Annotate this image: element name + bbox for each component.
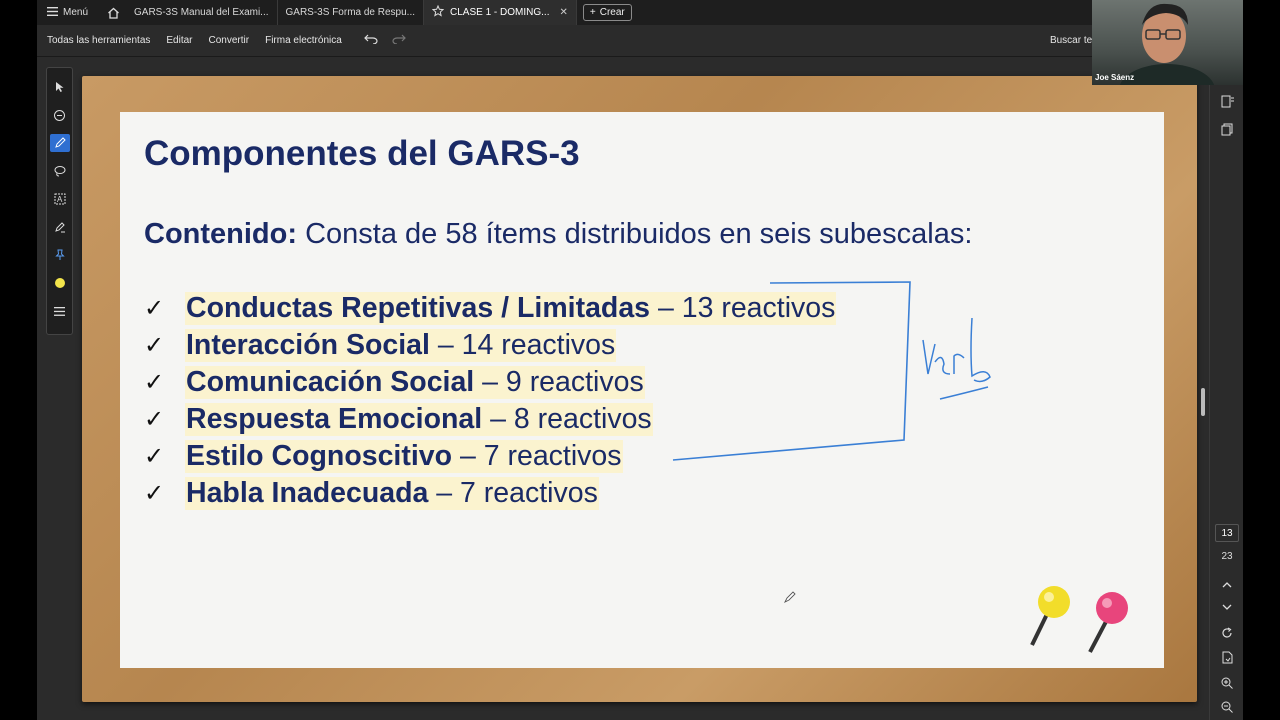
presenter-name: Joe Sáenz — [1095, 73, 1135, 82]
subscale-name: Estilo Cognoscitivo — [186, 440, 453, 472]
ink-verb-writing — [922, 317, 991, 383]
hamburger-icon — [47, 6, 58, 19]
quick-tools-rail: A — [46, 67, 73, 335]
more-options-icon[interactable] — [50, 302, 70, 320]
tab-gars-forma[interactable]: GARS-3S Forma de Respu... — [278, 0, 425, 25]
menu-button[interactable]: Menú — [37, 0, 100, 25]
tab-label: GARS-3S Forma de Respu... — [285, 7, 416, 18]
slide-title: Componentes del GARS-3 — [144, 134, 580, 173]
pencil-cursor-icon — [783, 591, 796, 604]
subscale-count: – 7 reactivos — [428, 477, 598, 509]
subscale-entry: Respuesta Emocional – 8 reactivos — [185, 403, 653, 436]
color-swatch-icon[interactable] — [50, 274, 70, 292]
create-label: Crear — [599, 7, 625, 18]
check-mark-icon: ✓ — [144, 480, 165, 507]
check-mark-icon: ✓ — [144, 406, 165, 433]
subscale-count: – 8 reactivos — [482, 403, 652, 435]
pin-icon[interactable] — [50, 246, 70, 264]
check-mark-icon: ✓ — [144, 332, 165, 359]
subscale-name: Comunicación Social — [186, 366, 475, 398]
subscale-list: ✓ Conductas Repetitivas / Limitadas – 13… — [144, 290, 837, 512]
pdf-viewer-app: Menú GARS-3S Manual del Exami... GARS-3S… — [37, 0, 1243, 720]
svg-text:A: A — [57, 195, 63, 204]
content-label: Contenido: — [144, 218, 298, 250]
slide-wood-frame: Componentes del GARS-3 Contenido: Consta… — [82, 76, 1197, 702]
menu-e-signature[interactable]: Firma electrónica — [257, 35, 350, 46]
list-item: ✓ Conductas Repetitivas / Limitadas – 13… — [144, 290, 837, 327]
screen: Menú GARS-3S Manual del Exami... GARS-3S… — [0, 0, 1280, 720]
subscale-count: – 7 reactivos — [452, 440, 622, 472]
menu-label: Menú — [63, 7, 89, 18]
zoom-in-icon[interactable] — [1219, 675, 1235, 691]
page-export-icon[interactable] — [1219, 649, 1235, 665]
slide-page: Componentes del GARS-3 Contenido: Consta… — [120, 112, 1164, 668]
create-button[interactable]: + Crear — [582, 4, 632, 21]
undo-icon[interactable] — [363, 34, 378, 47]
chevron-down-icon[interactable] — [1219, 599, 1235, 615]
check-mark-icon: ✓ — [144, 295, 165, 322]
pink-push-pin-icon — [1088, 592, 1128, 653]
check-mark-icon: ✓ — [144, 443, 165, 470]
yellow-push-pin-icon — [1030, 586, 1070, 646]
subscale-count: – 14 reactivos — [429, 329, 616, 361]
tab-label: GARS-3S Manual del Exami... — [134, 7, 269, 18]
comment-icon[interactable] — [50, 106, 70, 124]
subscale-name: Interacción Social — [186, 329, 430, 361]
subscale-name: Respuesta Emocional — [186, 403, 483, 435]
tab-bar: Menú GARS-3S Manual del Exami... GARS-3S… — [37, 0, 1243, 25]
right-tools-rail: 13 23 — [1209, 57, 1243, 720]
vertical-scrollbar[interactable] — [1201, 388, 1205, 416]
check-mark-icon: ✓ — [144, 369, 165, 396]
tab-clase-1[interactable]: CLASE 1 - DOMING... ✕ — [424, 0, 577, 25]
chevron-up-icon[interactable] — [1219, 576, 1235, 592]
select-cursor-icon[interactable] — [50, 78, 70, 96]
text-box-icon[interactable]: A — [50, 190, 70, 208]
menu-edit[interactable]: Editar — [158, 35, 200, 46]
redo-icon[interactable] — [392, 34, 406, 47]
subscale-entry: Habla Inadecuada – 7 reactivos — [185, 477, 599, 510]
tab-label: CLASE 1 - DOMING... — [450, 7, 550, 18]
slide-content-line: Contenido: Consta de 58 ítems distribuid… — [144, 218, 972, 251]
list-item: ✓ Comunicación Social – 9 reactivos — [144, 364, 836, 401]
total-pages: 23 — [1221, 551, 1233, 562]
star-icon[interactable] — [431, 4, 445, 20]
list-item: ✓ Estilo Cognoscitivo – 7 reactivos — [144, 438, 836, 475]
subscale-name: Habla Inadecuada — [186, 477, 429, 509]
webcam-overlay: Joe Sáenz — [1092, 0, 1243, 85]
list-item: ✓ Interacción Social – 14 reactivos — [144, 327, 836, 364]
current-page-number[interactable]: 13 — [1215, 524, 1239, 542]
pages-panel-icon[interactable] — [1219, 121, 1235, 137]
subscale-entry: Comunicación Social – 9 reactivos — [185, 366, 645, 399]
refresh-icon[interactable] — [1219, 625, 1235, 641]
ink-underline — [939, 386, 989, 400]
menu-all-tools[interactable]: Todas las herramientas — [37, 35, 158, 46]
bookmark-panel-icon[interactable] — [1219, 93, 1235, 109]
subscale-entry: Interacción Social – 14 reactivos — [185, 329, 617, 362]
zoom-out-icon[interactable] — [1219, 699, 1235, 715]
subscale-name: Conductas Repetitivas / Limitadas — [186, 292, 651, 324]
subscale-entry: Estilo Cognoscitivo – 7 reactivos — [185, 440, 623, 473]
tab-gars-manual[interactable]: GARS-3S Manual del Exami... — [126, 0, 278, 25]
fill-sign-icon[interactable] — [50, 218, 70, 236]
undo-redo-group — [363, 34, 406, 47]
lasso-icon[interactable] — [50, 162, 70, 180]
draw-pen-icon[interactable] — [49, 134, 70, 152]
main-toolbar: Todas las herramientas Editar Convertir … — [37, 25, 1243, 57]
subscale-count: – 9 reactivos — [474, 366, 644, 398]
close-tab-icon[interactable]: ✕ — [559, 7, 567, 18]
plus-icon: + — [589, 7, 596, 18]
content-text: Consta de 58 ítems distribuidos en seis … — [297, 218, 973, 250]
list-item: ✓ Habla Inadecuada – 7 reactivos — [144, 475, 836, 512]
menu-convert[interactable]: Convertir — [201, 35, 258, 46]
list-item: ✓ Respuesta Emocional – 8 reactivos — [144, 401, 836, 438]
subscale-entry: Conductas Repetitivas / Limitadas – 13 r… — [185, 292, 837, 325]
home-icon[interactable] — [100, 0, 126, 25]
subscale-count: – 13 reactivos — [650, 292, 836, 324]
